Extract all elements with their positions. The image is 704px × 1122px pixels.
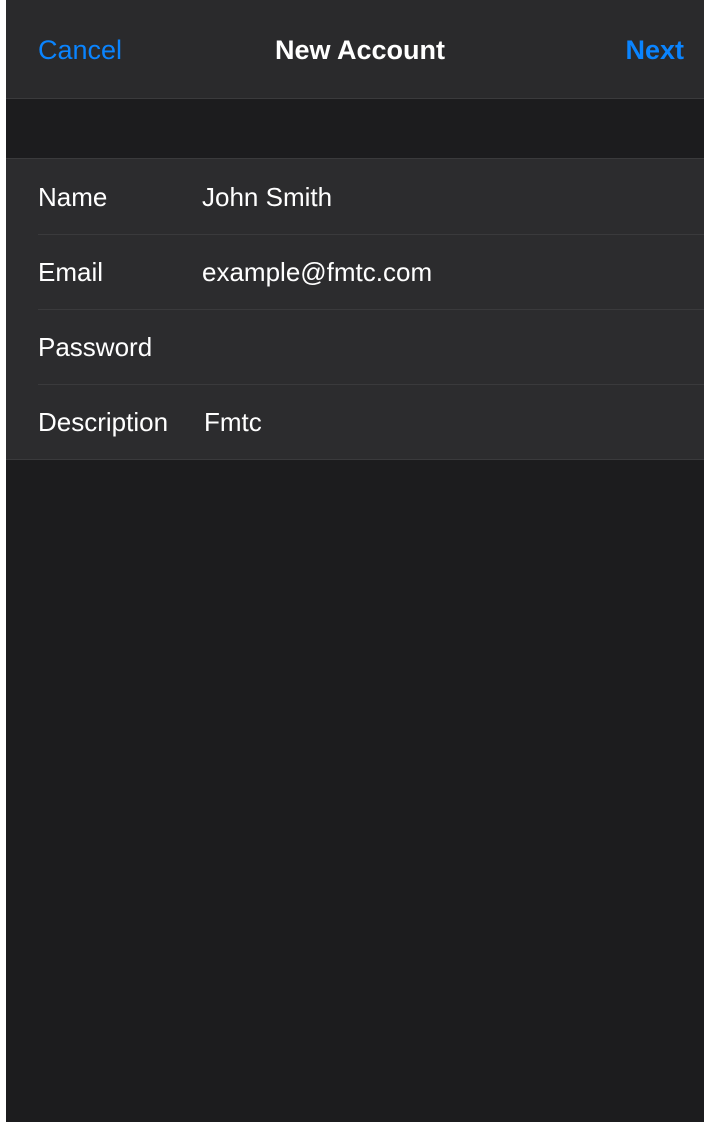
next-button[interactable]: Next (625, 34, 684, 66)
email-label: Email (38, 257, 104, 287)
description-label: Description (38, 407, 169, 437)
name-label: Name (38, 182, 108, 212)
password-row: Password (6, 309, 704, 384)
description-field[interactable] (204, 404, 684, 440)
email-row: Email (6, 234, 704, 309)
password-field[interactable] (202, 329, 682, 365)
password-label: Password (38, 332, 153, 362)
account-form: Name Email Password Description (6, 158, 704, 460)
name-field[interactable] (202, 179, 682, 215)
name-row: Name (6, 159, 704, 234)
navigation-bar: New Account Cancel Next (6, 0, 704, 99)
description-row: Description (6, 384, 704, 459)
screen: New Account Cancel Next Name Email Passw… (6, 0, 704, 1122)
cancel-button[interactable]: Cancel (38, 34, 122, 66)
email-field[interactable] (202, 254, 682, 290)
